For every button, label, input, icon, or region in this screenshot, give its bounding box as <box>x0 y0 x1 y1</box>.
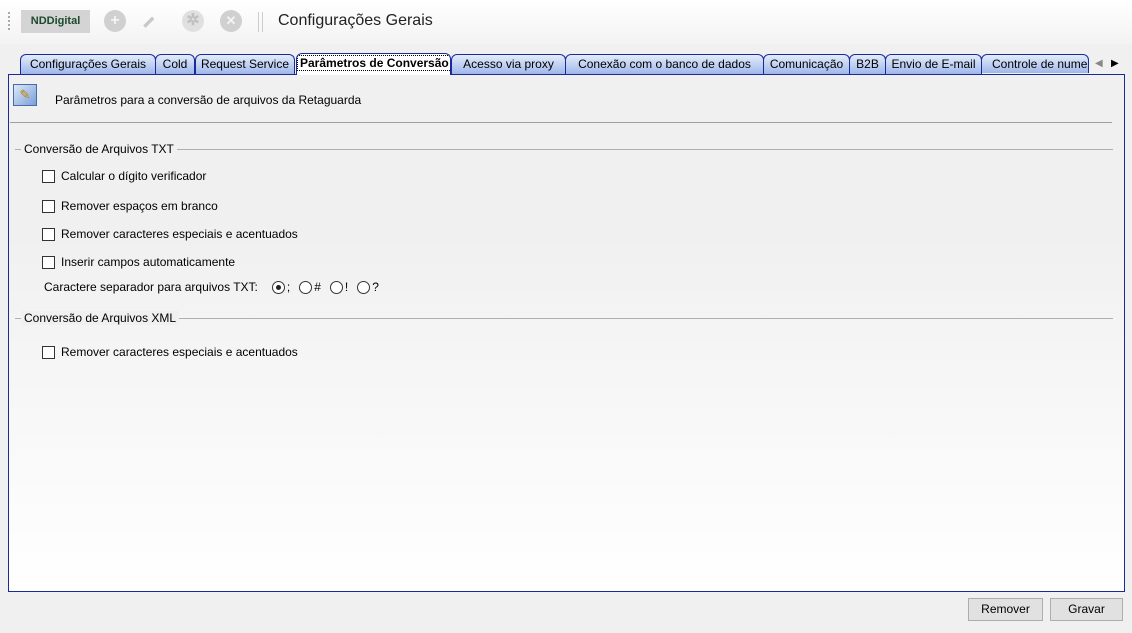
delete-icon[interactable]: ✕ <box>220 10 242 32</box>
notepad-icon: ✎ <box>13 84 37 106</box>
panel-description: Parâmetros para a conversão de arquivos … <box>55 93 362 107</box>
checkbox-remover-espacos[interactable]: Remover espaços em branco <box>42 199 218 213</box>
header-divider <box>10 122 1112 123</box>
tab-label: Configurações Gerais <box>29 57 147 71</box>
add-icon[interactable]: + <box>104 10 126 32</box>
toolbar-separator <box>258 12 263 32</box>
tab-label: Acesso via proxy <box>463 57 554 71</box>
group-txt-title: Conversão de Arquivos TXT <box>21 142 177 156</box>
remove-button[interactable]: Remover <box>968 598 1043 621</box>
radio-exclamation[interactable]: ! <box>329 280 349 294</box>
tab-comunicacao[interactable]: Comunicação <box>763 54 850 74</box>
tab-label: Cold <box>162 57 188 71</box>
tab-parametros-conversao[interactable]: Parâmetros de Conversão <box>296 53 451 75</box>
checkbox-label: Remover caracteres especiais e acentuado… <box>61 227 298 241</box>
checkbox-label: Inserir campos automaticamente <box>61 255 236 269</box>
checkbox-label: Remover caracteres especiais e acentuado… <box>61 345 298 359</box>
page-title: Configurações Gerais <box>278 12 433 29</box>
tab-label: Controle de numeração <box>992 57 1088 71</box>
radio-question[interactable]: ? <box>357 280 379 294</box>
separator-label: Caractere separador para arquivos TXT: <box>44 280 258 294</box>
checkbox-label: Calcular o dígito verificador <box>61 169 207 183</box>
checkbox-label: Remover espaços em branco <box>61 199 218 213</box>
tab-label: Comunicação <box>769 57 844 71</box>
tab-cold[interactable]: Cold <box>155 54 195 74</box>
radio-label: ; <box>286 280 291 294</box>
checkbox-calcular-digito[interactable]: Calcular o dígito verificador <box>42 169 206 183</box>
tab-scroll-left-icon[interactable]: ◀ <box>1095 58 1103 69</box>
settings-icon[interactable]: ✲ <box>182 10 204 32</box>
tab-conexao-banco[interactable]: Conexão com o banco de dados <box>565 54 764 74</box>
radio-label: ! <box>344 280 349 294</box>
tab-request-service[interactable]: Request Service <box>195 54 295 74</box>
tab-label: B2B <box>856 57 879 71</box>
tab-controle-numeracao[interactable]: Controle de numeração <box>981 54 1089 73</box>
separator-row: Caractere separador para arquivos TXT: ;… <box>44 280 388 294</box>
radio-semicolon[interactable]: ; <box>271 280 291 294</box>
toolbar-grip[interactable] <box>8 12 12 30</box>
checkbox-inserir-campos[interactable]: Inserir campos automaticamente <box>42 255 235 269</box>
tab-label: Request Service <box>200 57 290 71</box>
radio-label: # <box>314 280 321 294</box>
tab-acesso-proxy[interactable]: Acesso via proxy <box>451 54 566 74</box>
group-txt: Conversão de Arquivos TXT <box>15 142 1113 156</box>
tab-b2b[interactable]: B2B <box>849 54 886 74</box>
ndd-logo: NDDigital <box>21 10 90 33</box>
checkbox-remover-caracteres-xml[interactable]: Remover caracteres especiais e acentuado… <box>42 345 298 359</box>
tab-label: Parâmetros de Conversão <box>297 55 450 71</box>
tab-scroll-right-icon[interactable]: ▶ <box>1111 58 1119 69</box>
toolbar: NDDigital + ━ ✲ ✕ Configurações Gerais <box>0 0 1132 44</box>
group-xml: Conversão de Arquivos XML <box>15 311 1113 325</box>
save-button[interactable]: Gravar <box>1050 598 1123 621</box>
tab-configuracoes-gerais[interactable]: Configurações Gerais <box>20 54 156 74</box>
checkbox-remover-caracteres-txt[interactable]: Remover caracteres especiais e acentuado… <box>42 227 298 241</box>
tab-envio-email[interactable]: Envio de E-mail <box>885 54 982 74</box>
tab-label: Conexão com o banco de dados <box>578 57 751 71</box>
group-xml-title: Conversão de Arquivos XML <box>21 311 180 325</box>
radio-label: ? <box>372 280 379 294</box>
edit-icon[interactable]: ━ <box>136 9 162 35</box>
radio-hash[interactable]: # <box>299 280 321 294</box>
tab-label: Envio de E-mail <box>891 57 976 71</box>
